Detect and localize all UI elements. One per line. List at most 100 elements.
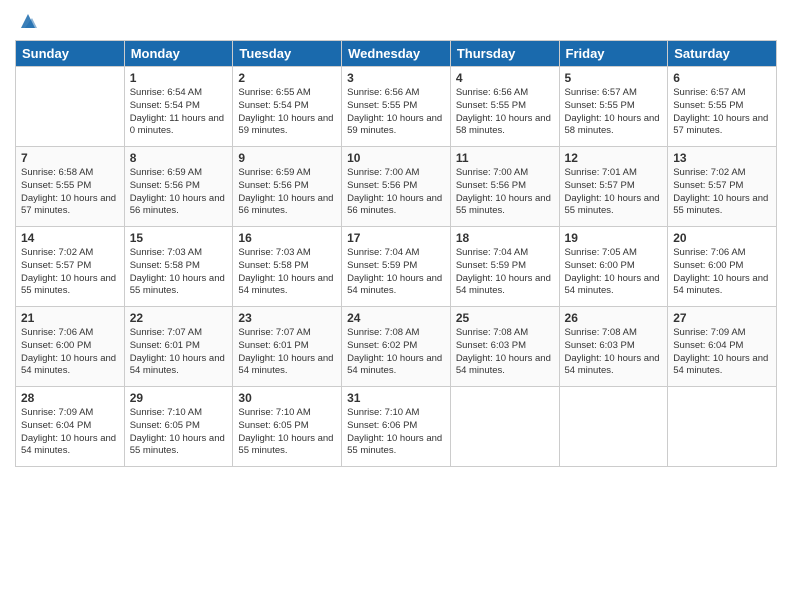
day-number: 9	[238, 151, 336, 165]
calendar-cell: 7Sunrise: 6:58 AMSunset: 5:55 PMDaylight…	[16, 147, 125, 227]
day-number: 12	[565, 151, 663, 165]
calendar-week-row: 21 Sunrise: 7:06 AMSunset: 6:00 PMDayligh…	[16, 307, 777, 387]
day-number: 28	[21, 391, 119, 405]
calendar-cell: 20Sunrise: 7:06 AMSunset: 6:00 PMDayligh…	[668, 227, 777, 307]
day-info: Sunrise: 7:04 AMSunset: 5:59 PMDaylight:…	[347, 247, 445, 298]
calendar-cell: 23 Sunrise: 7:07 AMSunset: 6:01 PMDayligh…	[233, 307, 342, 387]
weekday-header-row: SundayMondayTuesdayWednesdayThursdayFrid…	[16, 41, 777, 67]
calendar-cell: 10Sunrise: 7:00 AMSunset: 5:56 PMDayligh…	[342, 147, 451, 227]
calendar-cell: 21 Sunrise: 7:06 AMSunset: 6:00 PMDayligh…	[16, 307, 125, 387]
weekday-header: Sunday	[16, 41, 125, 67]
calendar-week-row: 14 Sunrise: 7:02 AMSunset: 5:57 PMDayligh…	[16, 227, 777, 307]
calendar-cell: 3 Sunrise: 6:56 AMSunset: 5:55 PMDaylight…	[342, 67, 451, 147]
day-number: 19	[565, 231, 663, 245]
calendar-cell: 1 Sunrise: 6:54 AMSunset: 5:54 PMDaylight…	[124, 67, 233, 147]
day-info: Sunrise: 6:59 AMSunset: 5:56 PMDaylight:…	[130, 167, 228, 218]
calendar-table: SundayMondayTuesdayWednesdayThursdayFrid…	[15, 40, 777, 467]
day-number: 6	[673, 71, 771, 85]
calendar-week-row: 1 Sunrise: 6:54 AMSunset: 5:54 PMDaylight…	[16, 67, 777, 147]
day-info: Sunrise: 6:55 AMSunset: 5:54 PMDaylight:…	[238, 87, 336, 138]
weekday-header: Wednesday	[342, 41, 451, 67]
day-number: 1	[130, 71, 228, 85]
calendar-cell: 26 Sunrise: 7:08 AMSunset: 6:03 PMDayligh…	[559, 307, 668, 387]
day-number: 17	[347, 231, 445, 245]
day-info: Sunrise: 7:10 AMSunset: 6:05 PMDaylight:…	[238, 407, 336, 458]
calendar-cell: 19 Sunrise: 7:05 AMSunset: 6:00 PMDayligh…	[559, 227, 668, 307]
day-info: Sunrise: 7:04 AMSunset: 5:59 PMDaylight:…	[456, 247, 554, 298]
day-number: 23	[238, 311, 336, 325]
day-info: Sunrise: 7:09 AMSunset: 6:04 PMDaylight:…	[673, 327, 771, 378]
day-info: Sunrise: 7:03 AMSunset: 5:58 PMDaylight:…	[130, 247, 228, 298]
calendar-cell: 12 Sunrise: 7:01 AMSunset: 5:57 PMDayligh…	[559, 147, 668, 227]
calendar-cell: 30 Sunrise: 7:10 AMSunset: 6:05 PMDayligh…	[233, 387, 342, 467]
day-number: 8	[130, 151, 228, 165]
day-number: 7	[21, 151, 119, 165]
day-number: 25	[456, 311, 554, 325]
weekday-header: Tuesday	[233, 41, 342, 67]
day-number: 21	[21, 311, 119, 325]
calendar-cell: 5 Sunrise: 6:57 AMSunset: 5:55 PMDaylight…	[559, 67, 668, 147]
day-info: Sunrise: 6:59 AMSunset: 5:56 PMDaylight:…	[238, 167, 336, 218]
calendar-cell: 6 Sunrise: 6:57 AMSunset: 5:55 PMDaylight…	[668, 67, 777, 147]
day-number: 31	[347, 391, 445, 405]
logo	[15, 10, 39, 32]
header	[15, 10, 777, 32]
calendar-cell	[559, 387, 668, 467]
day-number: 11	[456, 151, 554, 165]
day-info: Sunrise: 7:03 AMSunset: 5:58 PMDaylight:…	[238, 247, 336, 298]
day-info: Sunrise: 7:06 AMSunset: 6:00 PMDaylight:…	[21, 327, 119, 378]
day-number: 26	[565, 311, 663, 325]
day-number: 3	[347, 71, 445, 85]
day-number: 22	[130, 311, 228, 325]
day-info: Sunrise: 7:00 AMSunset: 5:56 PMDaylight:…	[456, 167, 554, 218]
day-info: Sunrise: 7:01 AMSunset: 5:57 PMDaylight:…	[565, 167, 663, 218]
calendar-cell: 9 Sunrise: 6:59 AMSunset: 5:56 PMDaylight…	[233, 147, 342, 227]
calendar-cell: 15 Sunrise: 7:03 AMSunset: 5:58 PMDayligh…	[124, 227, 233, 307]
day-info: Sunrise: 7:08 AMSunset: 6:03 PMDaylight:…	[456, 327, 554, 378]
day-info: Sunrise: 6:57 AMSunset: 5:55 PMDaylight:…	[565, 87, 663, 138]
day-info: Sunrise: 6:56 AMSunset: 5:55 PMDaylight:…	[456, 87, 554, 138]
day-number: 14	[21, 231, 119, 245]
day-info: Sunrise: 7:10 AMSunset: 6:05 PMDaylight:…	[130, 407, 228, 458]
day-number: 27	[673, 311, 771, 325]
day-info: Sunrise: 7:06 AMSunset: 6:00 PMDaylight:…	[673, 247, 771, 298]
calendar-cell: 8 Sunrise: 6:59 AMSunset: 5:56 PMDaylight…	[124, 147, 233, 227]
day-info: Sunrise: 7:09 AMSunset: 6:04 PMDaylight:…	[21, 407, 119, 458]
day-number: 18	[456, 231, 554, 245]
day-info: Sunrise: 6:54 AMSunset: 5:54 PMDaylight:…	[130, 87, 228, 138]
day-info: Sunrise: 6:57 AMSunset: 5:55 PMDaylight:…	[673, 87, 771, 138]
weekday-header: Monday	[124, 41, 233, 67]
calendar-cell: 14 Sunrise: 7:02 AMSunset: 5:57 PMDayligh…	[16, 227, 125, 307]
day-info: Sunrise: 7:02 AMSunset: 5:57 PMDaylight:…	[21, 247, 119, 298]
day-number: 30	[238, 391, 336, 405]
day-info: Sunrise: 7:08 AMSunset: 6:02 PMDaylight:…	[347, 327, 445, 378]
calendar-cell	[668, 387, 777, 467]
day-info: Sunrise: 7:07 AMSunset: 6:01 PMDaylight:…	[130, 327, 228, 378]
logo-icon	[17, 10, 39, 32]
day-number: 24	[347, 311, 445, 325]
day-info: Sunrise: 7:10 AMSunset: 6:06 PMDaylight:…	[347, 407, 445, 458]
calendar-container: SundayMondayTuesdayWednesdayThursdayFrid…	[0, 0, 792, 612]
day-info: Sunrise: 7:07 AMSunset: 6:01 PMDaylight:…	[238, 327, 336, 378]
weekday-header: Friday	[559, 41, 668, 67]
day-info: Sunrise: 6:56 AMSunset: 5:55 PMDaylight:…	[347, 87, 445, 138]
day-number: 29	[130, 391, 228, 405]
day-info: Sunrise: 7:05 AMSunset: 6:00 PMDaylight:…	[565, 247, 663, 298]
calendar-cell: 11 Sunrise: 7:00 AMSunset: 5:56 PMDayligh…	[450, 147, 559, 227]
calendar-cell: 28 Sunrise: 7:09 AMSunset: 6:04 PMDayligh…	[16, 387, 125, 467]
calendar-cell: 17 Sunrise: 7:04 AMSunset: 5:59 PMDayligh…	[342, 227, 451, 307]
calendar-week-row: 7Sunrise: 6:58 AMSunset: 5:55 PMDaylight…	[16, 147, 777, 227]
day-info: Sunrise: 7:08 AMSunset: 6:03 PMDaylight:…	[565, 327, 663, 378]
day-number: 10	[347, 151, 445, 165]
calendar-cell	[450, 387, 559, 467]
day-number: 15	[130, 231, 228, 245]
calendar-cell: 24 Sunrise: 7:08 AMSunset: 6:02 PMDayligh…	[342, 307, 451, 387]
day-number: 4	[456, 71, 554, 85]
day-info: Sunrise: 7:02 AMSunset: 5:57 PMDaylight:…	[673, 167, 771, 218]
calendar-cell	[16, 67, 125, 147]
day-number: 2	[238, 71, 336, 85]
day-number: 5	[565, 71, 663, 85]
weekday-header: Thursday	[450, 41, 559, 67]
calendar-cell: 27 Sunrise: 7:09 AMSunset: 6:04 PMDayligh…	[668, 307, 777, 387]
weekday-header: Saturday	[668, 41, 777, 67]
